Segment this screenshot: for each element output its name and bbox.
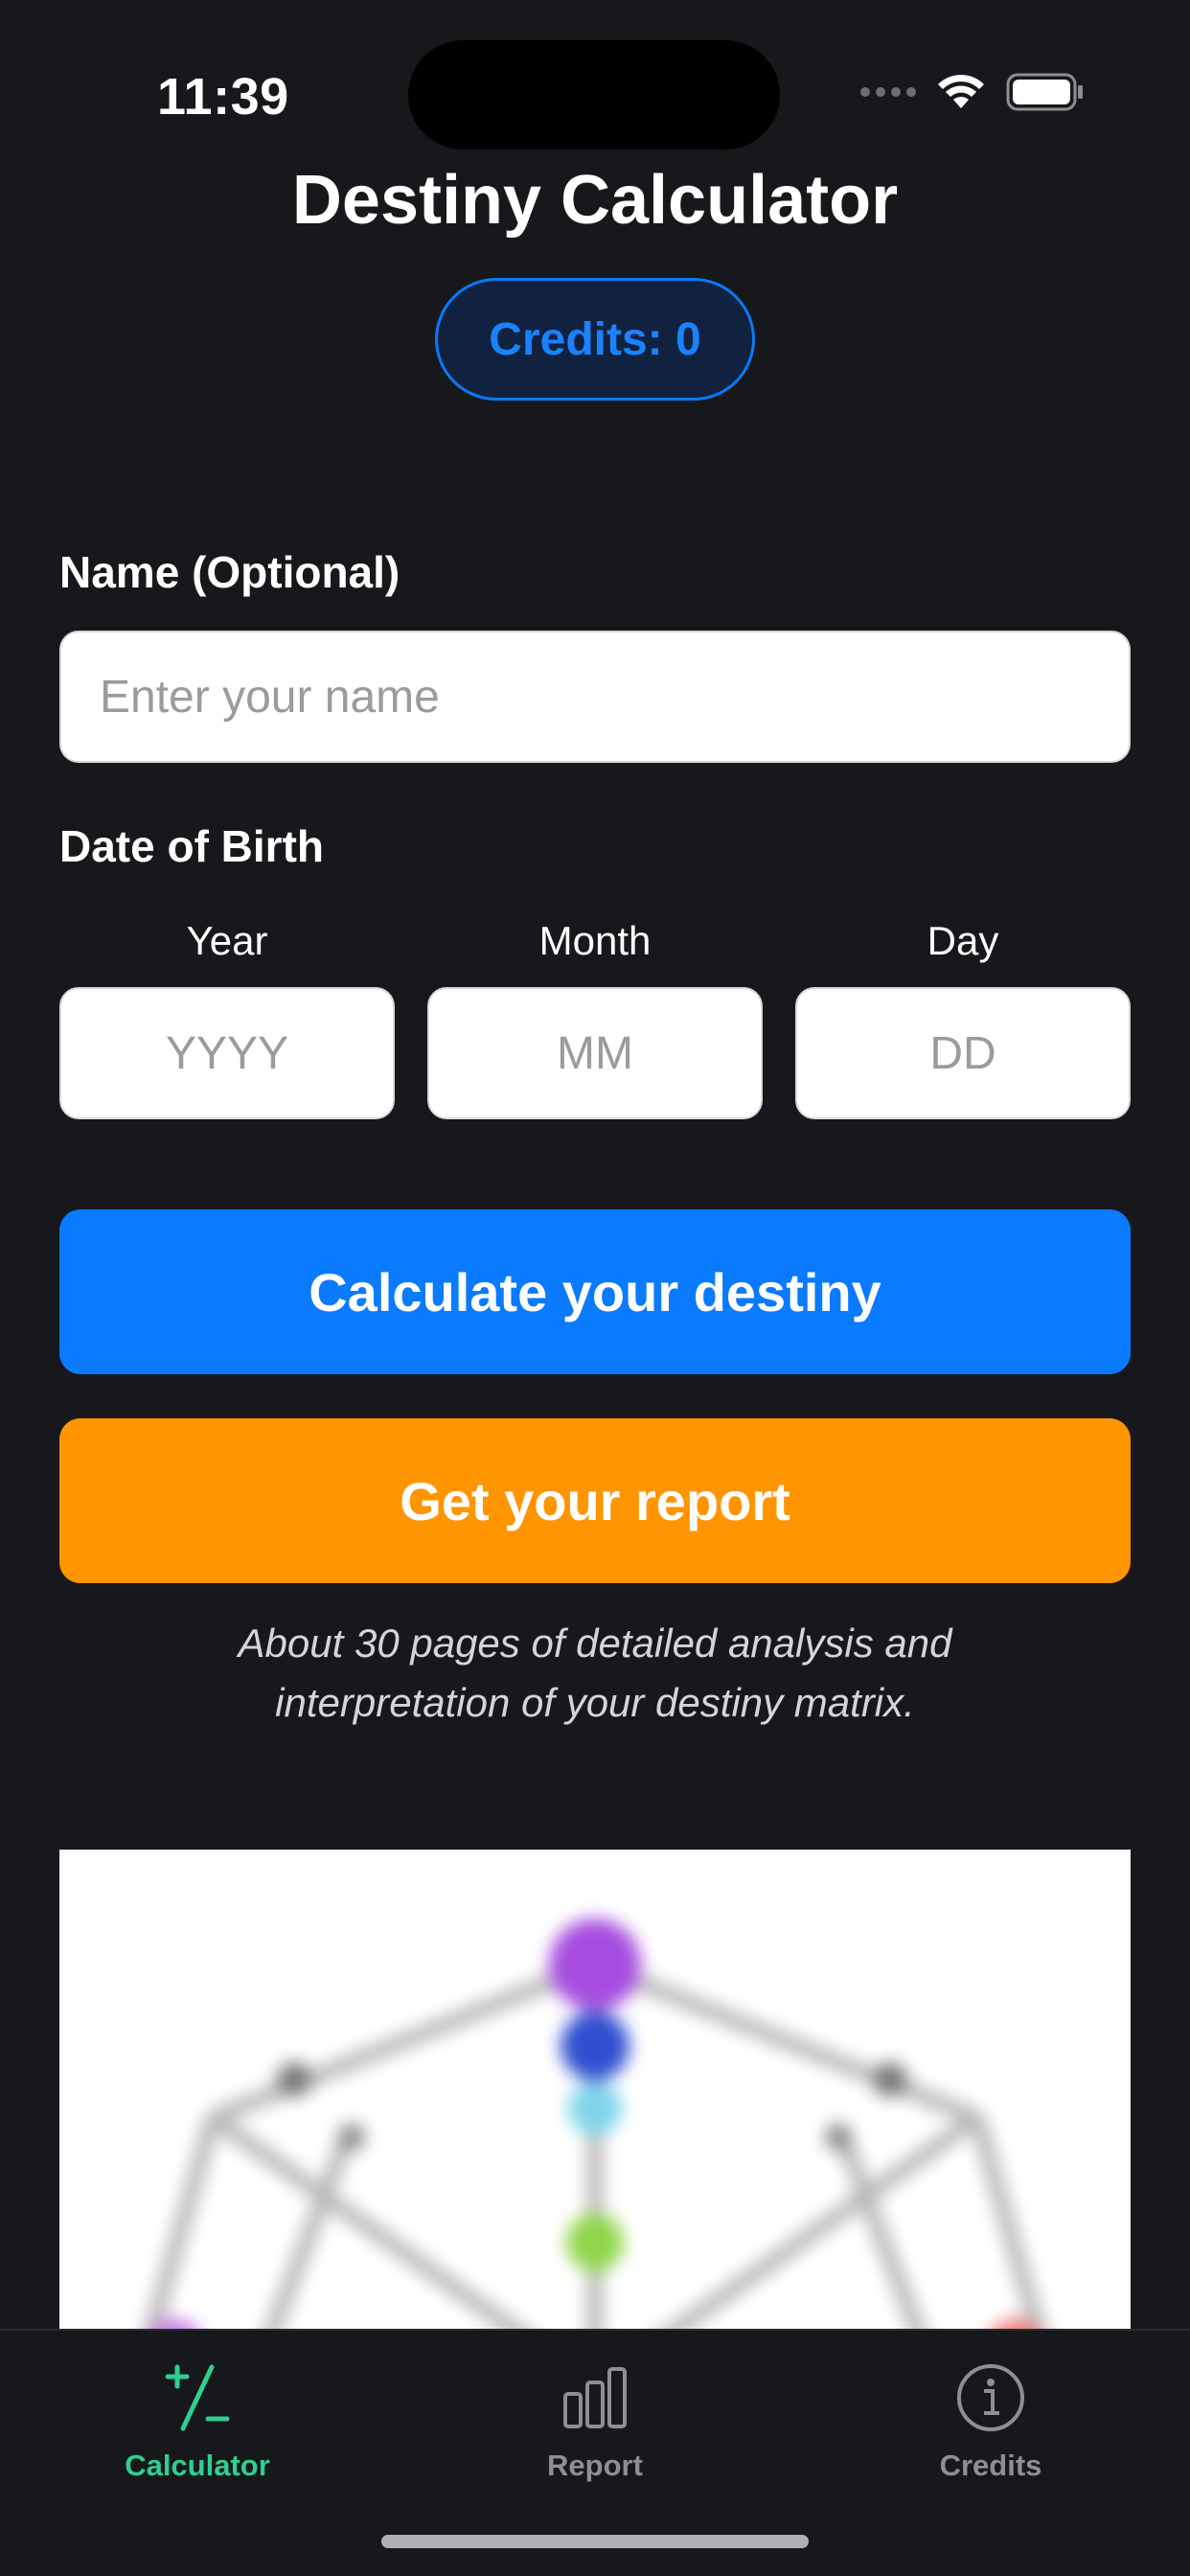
tab-credits[interactable]: Credits (847, 2359, 1134, 2483)
name-input[interactable] (59, 631, 1131, 763)
report-description-line-2: interpretation of your destiny matrix. (275, 1680, 915, 1725)
get-report-button[interactable]: Get your report (59, 1418, 1131, 1583)
tab-credits-label: Credits (939, 2449, 1042, 2482)
day-label: Day (927, 918, 999, 963)
page-title: Destiny Calculator (291, 162, 899, 239)
tab-calculator-label: Calculator (125, 2449, 270, 2482)
status-icons (860, 73, 1085, 111)
battery-icon (1006, 73, 1085, 111)
tab-report-label: Report (547, 2449, 643, 2482)
calculate-destiny-button[interactable]: Calculate your destiny (59, 1209, 1131, 1374)
destiny-matrix-preview-image (59, 1850, 1131, 2386)
tab-report[interactable]: Report (451, 2359, 739, 2483)
plus-minus-icon (154, 2359, 240, 2441)
year-label: Year (186, 918, 268, 963)
cellular-signal-icon (860, 87, 916, 97)
dynamic-island (408, 40, 780, 150)
report-description: About 30 pages of detailed analysis and … (0, 1614, 1190, 1733)
bar-chart-icon (552, 2359, 638, 2441)
name-label: Name (Optional) (59, 547, 400, 597)
report-description-line-1: About 30 pages of detailed analysis and (238, 1621, 952, 1666)
date-of-birth-label: Date of Birth (59, 821, 324, 871)
tab-calculator[interactable]: Calculator (54, 2359, 341, 2483)
info-circle-icon (948, 2359, 1034, 2441)
month-input[interactable] (427, 987, 763, 1119)
month-label: Month (538, 918, 652, 963)
day-input[interactable] (795, 987, 1131, 1119)
year-input[interactable] (59, 987, 395, 1119)
wifi-icon (937, 74, 985, 110)
home-indicator[interactable] (381, 2535, 809, 2548)
credits-badge[interactable]: Credits: 0 (435, 278, 755, 401)
status-time: 11:39 (157, 68, 289, 126)
